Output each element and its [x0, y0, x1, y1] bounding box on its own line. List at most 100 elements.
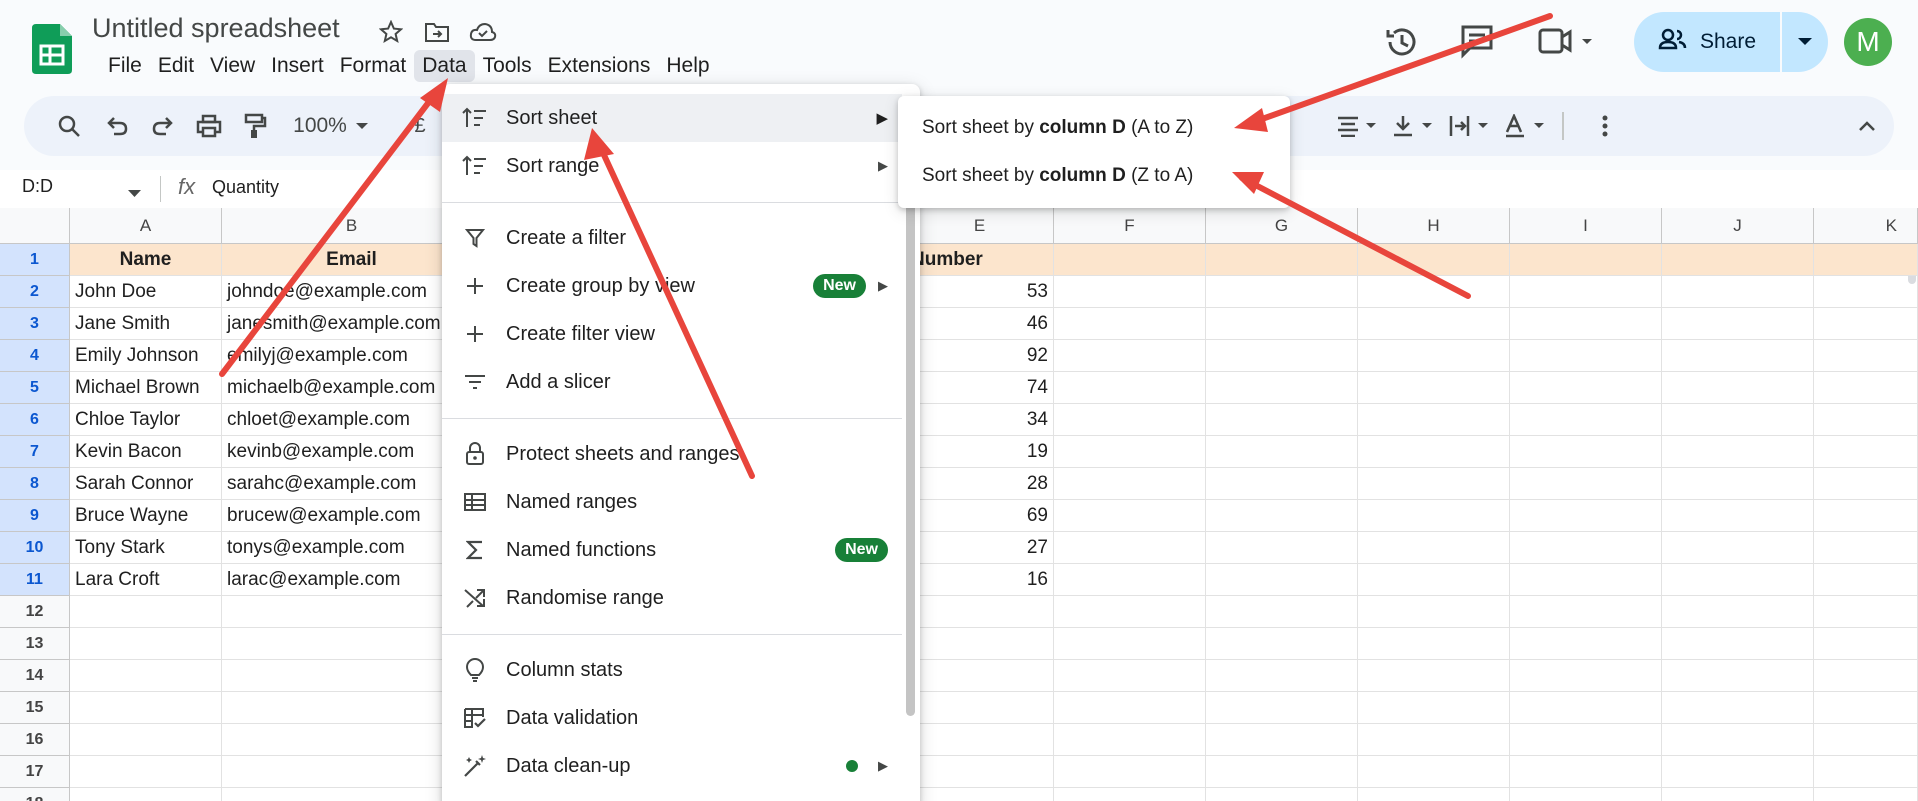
cell-empty[interactable] — [1206, 308, 1358, 340]
column-header-h[interactable]: H — [1358, 208, 1510, 244]
menu-format[interactable]: Format — [332, 50, 415, 82]
cell-empty[interactable] — [1510, 308, 1662, 340]
cell-empty[interactable] — [1814, 244, 1918, 276]
menu-insert[interactable]: Insert — [263, 50, 332, 82]
cell-empty[interactable] — [1358, 404, 1510, 436]
cell-empty[interactable] — [1358, 532, 1510, 564]
menu-item-data-cleanup[interactable]: Data clean-up ▶ — [442, 742, 902, 790]
cell-number[interactable]: 27 — [906, 532, 1054, 564]
cell-empty[interactable] — [1510, 340, 1662, 372]
share-dropdown-button[interactable] — [1782, 12, 1828, 72]
cell-empty[interactable] — [1206, 564, 1358, 596]
cell-name[interactable] — [70, 596, 222, 628]
cell-empty[interactable] — [1358, 724, 1510, 756]
cell-empty[interactable] — [1510, 660, 1662, 692]
cell-empty[interactable] — [1358, 756, 1510, 788]
cell-empty[interactable] — [1814, 596, 1918, 628]
cell-number[interactable] — [906, 724, 1054, 756]
cell-empty[interactable] — [1358, 788, 1510, 801]
menu-item-sort-sheet[interactable]: Sort sheet ▶ — [442, 94, 902, 142]
cell-empty[interactable] — [1814, 276, 1918, 308]
move-folder-icon[interactable] — [420, 15, 454, 49]
cell-name[interactable]: Chloe Taylor — [70, 404, 222, 436]
cell-empty[interactable] — [1814, 436, 1918, 468]
cell-empty[interactable] — [1814, 660, 1918, 692]
cell-empty[interactable] — [1054, 340, 1206, 372]
menu-tools[interactable]: Tools — [475, 50, 540, 82]
cell-empty[interactable] — [1054, 596, 1206, 628]
zoom-select[interactable]: 100% — [290, 110, 350, 142]
cell-empty[interactable] — [1510, 500, 1662, 532]
cell-empty[interactable] — [1206, 372, 1358, 404]
cell-empty[interactable] — [1206, 340, 1358, 372]
sheets-logo-icon[interactable] — [32, 24, 72, 74]
cell-empty[interactable] — [1662, 532, 1814, 564]
doc-title[interactable]: Untitled spreadsheet — [92, 13, 340, 44]
cell-empty[interactable] — [1054, 372, 1206, 404]
cell-empty[interactable] — [1510, 756, 1662, 788]
row-header[interactable]: 2 — [0, 276, 70, 308]
cell-empty[interactable] — [1206, 276, 1358, 308]
cell-name[interactable]: Michael Brown — [70, 372, 222, 404]
menu-item-add-slicer[interactable]: Add a slicer — [442, 358, 902, 406]
currency-format-button[interactable]: £ — [410, 110, 430, 142]
cell-number[interactable]: 69 — [906, 500, 1054, 532]
cell-empty[interactable] — [1662, 500, 1814, 532]
cell-empty[interactable] — [1358, 468, 1510, 500]
row-header[interactable]: 17 — [0, 756, 70, 788]
cell-number[interactable] — [906, 692, 1054, 724]
cell-empty[interactable] — [1662, 596, 1814, 628]
cell-name[interactable]: Bruce Wayne — [70, 500, 222, 532]
cell-empty[interactable] — [1054, 756, 1206, 788]
version-history-icon[interactable] — [1382, 22, 1422, 67]
cell-empty[interactable] — [1814, 564, 1918, 596]
cell-empty[interactable] — [1054, 276, 1206, 308]
cell-empty[interactable] — [1662, 436, 1814, 468]
cell-name[interactable]: John Doe — [70, 276, 222, 308]
row-header[interactable]: 6 — [0, 404, 70, 436]
cell-name[interactable] — [70, 788, 222, 801]
cell-name[interactable]: Emily Johnson — [70, 340, 222, 372]
cell-empty[interactable] — [1358, 308, 1510, 340]
menu-item-randomise[interactable]: Randomise range — [442, 574, 902, 622]
cell-empty[interactable] — [1206, 628, 1358, 660]
column-header-e[interactable]: E — [906, 208, 1054, 244]
cell-empty[interactable] — [1206, 596, 1358, 628]
cell-empty[interactable] — [1662, 692, 1814, 724]
cell-empty[interactable] — [1662, 404, 1814, 436]
cell-empty[interactable] — [1662, 660, 1814, 692]
cell-number[interactable] — [906, 628, 1054, 660]
cell-empty[interactable] — [1358, 564, 1510, 596]
cloud-status-icon[interactable] — [466, 15, 500, 49]
cell-empty[interactable] — [1054, 532, 1206, 564]
column-header-f[interactable]: F — [1054, 208, 1206, 244]
menu-item-data-validation[interactable]: Data validation — [442, 694, 902, 742]
row-header[interactable]: 14 — [0, 660, 70, 692]
cell-name[interactable] — [70, 756, 222, 788]
cell-empty[interactable] — [1662, 788, 1814, 801]
cell-empty[interactable] — [1814, 628, 1918, 660]
cell-empty[interactable] — [1206, 756, 1358, 788]
menu-help[interactable]: Help — [658, 50, 717, 82]
cell-empty[interactable] — [1814, 532, 1918, 564]
row-header[interactable]: 16 — [0, 724, 70, 756]
cell-name[interactable]: Kevin Bacon — [70, 436, 222, 468]
cell-empty[interactable] — [1814, 308, 1918, 340]
cell-empty[interactable] — [1206, 468, 1358, 500]
formula-input[interactable]: Quantity — [212, 177, 279, 198]
cell-name[interactable]: Jane Smith — [70, 308, 222, 340]
cell-name[interactable]: Sarah Connor — [70, 468, 222, 500]
cell-number[interactable] — [906, 788, 1054, 801]
more-options-icon[interactable] — [1592, 110, 1618, 142]
cell-empty[interactable] — [1054, 692, 1206, 724]
cell-empty[interactable] — [1510, 276, 1662, 308]
text-rotation-icon[interactable] — [1502, 110, 1550, 142]
row-header[interactable]: 8 — [0, 468, 70, 500]
header-cell-name[interactable]: Name — [70, 244, 222, 276]
cell-empty[interactable] — [1814, 372, 1918, 404]
row-header[interactable]: 12 — [0, 596, 70, 628]
row-header[interactable]: 7 — [0, 436, 70, 468]
comments-icon[interactable] — [1458, 22, 1496, 65]
cell-empty[interactable] — [1662, 564, 1814, 596]
cell-empty[interactable] — [1358, 340, 1510, 372]
